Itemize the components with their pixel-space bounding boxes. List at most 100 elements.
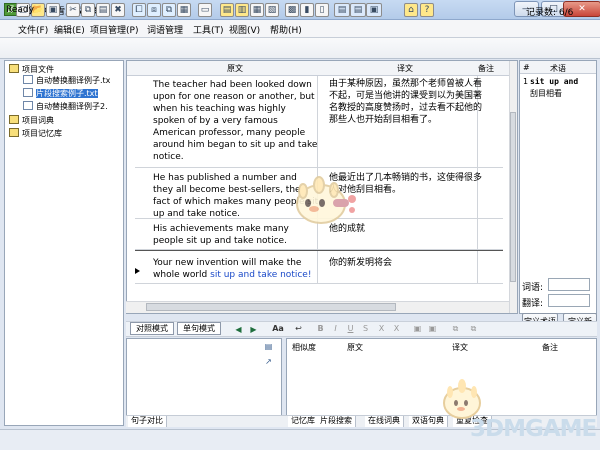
- table-row[interactable]: The teacher had been looked down upon fo…: [135, 76, 503, 168]
- check-icon[interactable]: ▣: [412, 323, 423, 334]
- dictionary-icon[interactable]: ▤: [220, 3, 234, 17]
- cut-icon[interactable]: ✂: [66, 3, 80, 17]
- trim-icon[interactable]: ▣: [427, 323, 438, 334]
- file-icon: [23, 88, 33, 97]
- tab-fragment-search[interactable]: 片段搜索: [317, 416, 356, 427]
- source-text[interactable]: He has published a number and they all b…: [153, 172, 319, 220]
- subscript-icon[interactable]: X: [391, 323, 402, 334]
- term-label: 词语:: [522, 283, 544, 293]
- target-column-header: 译文: [397, 64, 413, 73]
- memory-note-header: 备注: [542, 343, 558, 352]
- file-icon: [23, 101, 33, 110]
- superscript-icon[interactable]: X: [376, 323, 387, 334]
- layout-left-icon[interactable]: ▤: [334, 3, 350, 17]
- folder-icon: [9, 115, 19, 124]
- segment-icon[interactable]: ⧠: [132, 3, 146, 17]
- term-number-header: #: [523, 63, 530, 72]
- italic-icon[interactable]: I: [330, 323, 341, 334]
- target-text[interactable]: 你的新发明将会: [329, 257, 485, 269]
- memory-results-pane: 相似度 原文 译文 备注: [286, 338, 597, 426]
- table-row[interactable]: Your new invention will make the whole w…: [135, 250, 503, 284]
- underline-icon[interactable]: U: [345, 323, 356, 334]
- term-source[interactable]: sit up and: [530, 77, 578, 86]
- tab-single-mode[interactable]: 单句模式: [177, 322, 221, 335]
- menu-help[interactable]: 帮助(H): [270, 23, 302, 36]
- menu-view[interactable]: 视图(V): [229, 23, 260, 36]
- tree-file-2[interactable]: 片段搜索例子.txt: [23, 88, 98, 101]
- delete-icon[interactable]: ✖: [111, 3, 125, 17]
- layout-right-icon[interactable]: ▤: [350, 3, 366, 17]
- menu-project[interactable]: 项目管理(P): [90, 23, 138, 36]
- main-vertical-scroll-thumb[interactable]: [510, 112, 516, 282]
- note-column-header: 备注: [478, 64, 494, 73]
- term-panel: # 术语 1 sit up and 刮目相看 词语: 翻译:: [519, 60, 597, 314]
- tab-memory[interactable]: 记忆库: [288, 416, 319, 427]
- source-text[interactable]: Your new invention will make the whole w…: [153, 257, 319, 281]
- target-text[interactable]: 他最近出了几本畅销的书，这使得很多人对他刮目相看。: [329, 172, 485, 196]
- status-text: Ready: [6, 5, 34, 15]
- memory-tool-icon[interactable]: ▤: [263, 341, 274, 352]
- main-horizontal-scroll-thumb[interactable]: [146, 303, 396, 311]
- memory-target-header: 译文: [452, 343, 468, 352]
- arrow-left-icon[interactable]: ◀: [233, 324, 244, 335]
- tab-bilingual-dictionary[interactable]: 双语句典: [409, 416, 448, 427]
- save-icon[interactable]: ▣: [46, 3, 60, 17]
- tree-file-1[interactable]: 自动替换翻译例子.tx: [23, 75, 110, 88]
- font-format-icon[interactable]: Aa: [269, 323, 287, 334]
- filter-icon[interactable]: ▦: [250, 3, 264, 17]
- table-icon[interactable]: ▦: [177, 3, 191, 17]
- term-number: 1: [523, 77, 529, 86]
- memory-icon[interactable]: ▥: [235, 3, 249, 17]
- tab-online-dictionary[interactable]: 在线词典: [365, 416, 404, 427]
- translation-grid-header: 原文 译文 备注: [127, 61, 517, 76]
- tree-project-dictionary[interactable]: 项目词典: [9, 115, 54, 128]
- watermark-text: 3DMGAME: [470, 416, 597, 442]
- split-icon[interactable]: ⧉: [162, 3, 176, 17]
- strike-icon[interactable]: S: [360, 323, 371, 334]
- home-icon[interactable]: ⌂: [404, 3, 418, 17]
- table-row[interactable]: His achievements make many people sit up…: [135, 219, 503, 250]
- record-count: 记录数: 6/6: [526, 8, 574, 18]
- layout-grid-icon[interactable]: ▣: [366, 3, 382, 17]
- paste-icon[interactable]: ▤: [96, 3, 110, 17]
- folder-icon: [9, 64, 19, 73]
- tab-sentence-compare[interactable]: 句子对比: [128, 416, 167, 427]
- tree-project-memory[interactable]: 项目记忆库: [9, 128, 62, 141]
- copy-small-icon[interactable]: ⧉: [450, 323, 461, 334]
- term-translation[interactable]: 刮目相看: [530, 88, 562, 99]
- copy-icon[interactable]: ⧉: [81, 3, 95, 17]
- sentence-compare-pane: [126, 338, 282, 426]
- menu-file[interactable]: 文件(F): [18, 23, 48, 36]
- target-text[interactable]: 他的成就: [329, 223, 485, 235]
- replace-icon[interactable]: ▧: [265, 3, 279, 17]
- memory-source-header: 原文: [347, 343, 363, 352]
- export-icon[interactable]: ▯: [315, 3, 329, 17]
- merge-icon[interactable]: ⧈: [147, 3, 161, 17]
- menu-edit[interactable]: 编辑(E): [54, 23, 85, 36]
- term-input[interactable]: [548, 278, 590, 291]
- tree-file-3[interactable]: 自动替换翻译例子2.: [23, 101, 108, 114]
- menu-terms[interactable]: 词语管理: [147, 23, 183, 36]
- main-toolbar: [0, 38, 600, 59]
- project-tree-panel: 项目文件 自动替换翻译例子.tx 片段搜索例子.txt 自动替换翻译例子2. 项…: [4, 60, 124, 426]
- help-icon[interactable]: ?: [420, 3, 434, 17]
- translation-input[interactable]: [548, 294, 590, 307]
- paste-small-icon[interactable]: ⧉: [468, 323, 479, 334]
- target-text[interactable]: 由于某种原因，虽然那个老师曾被人看不起，可是当他讲的课受到以为美国著名教授的高度…: [329, 78, 485, 126]
- source-text[interactable]: The teacher had been looked down upon fo…: [153, 79, 319, 163]
- undo-icon[interactable]: ↩: [293, 323, 304, 334]
- tab-compare-mode[interactable]: 对照模式: [130, 322, 174, 335]
- term-panel-header: # 术语: [520, 61, 596, 74]
- export-tool-icon[interactable]: ↗: [263, 356, 274, 367]
- bold-icon[interactable]: B: [315, 323, 326, 334]
- page-alt-icon[interactable]: ▮: [300, 3, 314, 17]
- term-header: 术语: [550, 64, 566, 73]
- current-row-marker: [135, 268, 140, 274]
- translation-label: 翻译:: [522, 299, 544, 309]
- preview-icon[interactable]: ▭: [198, 3, 212, 17]
- source-text[interactable]: His achievements make many people sit up…: [153, 223, 319, 247]
- arrow-right-icon[interactable]: ▶: [248, 324, 259, 335]
- page-icon[interactable]: ▩: [285, 3, 299, 17]
- menu-tools[interactable]: 工具(T): [193, 23, 224, 36]
- table-row[interactable]: He has published a number and they all b…: [135, 168, 503, 219]
